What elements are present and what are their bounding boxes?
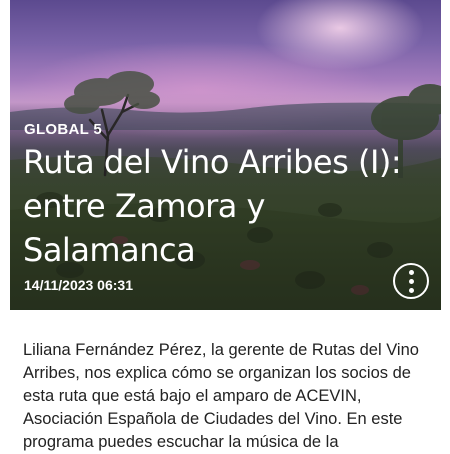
category-label[interactable]: GLOBAL 5	[24, 121, 102, 138]
more-vertical-icon-dot	[408, 287, 414, 293]
article-title[interactable]: Ruta del Vino Arribes (I): entre Zamora …	[23, 140, 428, 272]
more-vertical-icon	[408, 269, 414, 275]
more-vertical-icon-dot	[408, 278, 414, 284]
publish-date: 14/11/2023 06:31	[24, 277, 133, 293]
more-options-button[interactable]	[393, 263, 429, 299]
hero-image: GLOBAL 5 Ruta del Vino Arribes (I): entr…	[10, 0, 441, 310]
article-description: Liliana Fernández Pérez, la gerente de R…	[23, 341, 419, 451]
